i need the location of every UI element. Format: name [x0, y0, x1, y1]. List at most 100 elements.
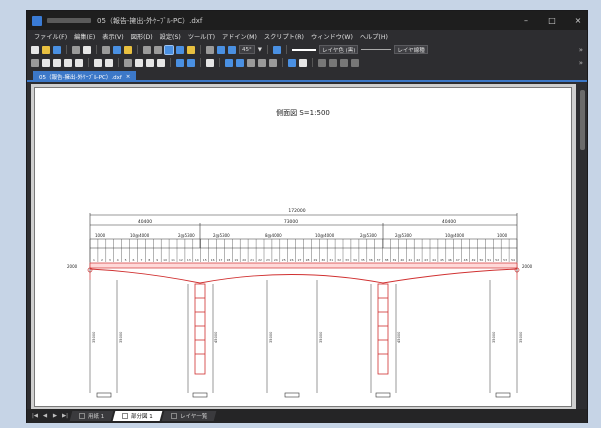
copy-icon[interactable] — [113, 45, 121, 54]
menu-settings[interactable]: 設定(S) — [160, 32, 181, 41]
next-sheet-button[interactable]: ▶ — [51, 413, 59, 419]
toolbar-overflow-icon[interactable]: » — [579, 46, 583, 54]
prev-sheet-button[interactable]: ◀ — [41, 413, 49, 419]
print-icon[interactable] — [72, 45, 80, 54]
deck-slab — [89, 262, 518, 269]
deck-panel-number: 34 — [353, 258, 357, 262]
deck-panel-number: 41 — [408, 258, 412, 262]
maximize-button[interactable]: □ — [547, 16, 557, 25]
menu-view[interactable]: 表示(V) — [102, 32, 123, 41]
drawing-canvas[interactable]: 側面図 S=1:500 172000 40400 73000 40400 100… — [31, 84, 576, 409]
break-icon[interactable] — [340, 58, 348, 67]
zoom-window-icon[interactable] — [187, 58, 195, 67]
filter-icon[interactable] — [187, 45, 195, 54]
pier-height-1: 35000 — [92, 331, 96, 343]
deck-panel-number: 18 — [226, 258, 230, 262]
rectangle-icon[interactable] — [64, 58, 72, 67]
dimension-h-icon[interactable] — [146, 58, 154, 67]
deck-panel-number: 11 — [171, 258, 175, 262]
toolbar-separator — [137, 45, 138, 54]
fillet-icon[interactable] — [351, 58, 359, 67]
deck-panel-number: 36 — [369, 258, 373, 262]
deck-panel-number: 50 — [479, 258, 483, 262]
move-icon[interactable] — [206, 58, 214, 67]
property-icon[interactable] — [288, 58, 296, 67]
deck-panel-number: 20 — [242, 258, 246, 262]
select-icon[interactable] — [164, 44, 174, 55]
document-tab[interactable]: 05（報告-擁出-外ｹｰﾌﾞﾙ-PC）.dxf × — [33, 71, 137, 82]
stretch-icon[interactable] — [258, 58, 266, 67]
trim-icon[interactable] — [318, 58, 326, 67]
close-tab-icon[interactable]: × — [126, 74, 131, 80]
menu-file[interactable]: ファイル(F) — [34, 32, 67, 41]
dimension-v-icon[interactable] — [157, 58, 165, 67]
zoom-icon[interactable] — [176, 58, 184, 67]
menu-addin[interactable]: アドイン(M) — [222, 32, 257, 41]
vertical-scrollbar[interactable] — [578, 84, 587, 409]
sheet-tab-paper[interactable]: 用紙 1 — [69, 411, 114, 421]
dimension-icon[interactable] — [135, 58, 143, 67]
scrollbar-thumb[interactable] — [580, 90, 585, 150]
menu-script[interactable]: スクリプト(R) — [264, 32, 304, 41]
deck-panel-number: 24 — [274, 258, 278, 262]
minimize-button[interactable]: – — [521, 16, 531, 25]
paste-icon[interactable] — [124, 45, 132, 54]
close-button[interactable]: × — [573, 16, 583, 25]
angle-icon[interactable] — [228, 45, 236, 54]
new-file-icon[interactable] — [31, 45, 39, 54]
menu-window[interactable]: ウィンドウ(W) — [311, 32, 353, 41]
circle-icon[interactable] — [94, 58, 102, 67]
curve-icon[interactable] — [75, 58, 83, 67]
offset-icon[interactable] — [269, 58, 277, 67]
last-sheet-button[interactable]: ▶| — [61, 413, 69, 419]
deck-panel-number: 30 — [321, 258, 325, 262]
dim-span-1: 40400 — [138, 219, 152, 225]
app-name-blurred — [47, 18, 91, 23]
arc-icon[interactable] — [105, 58, 113, 67]
first-sheet-button[interactable]: |◀ — [31, 413, 39, 419]
sheet-tab-partial[interactable]: 部分図 1 — [112, 411, 163, 421]
window-select-icon[interactable] — [176, 45, 184, 54]
menu-draw[interactable]: 図形(D) — [131, 32, 153, 41]
print-preview-icon[interactable] — [83, 45, 91, 54]
polyline-icon[interactable] — [53, 58, 61, 67]
menu-help[interactable]: ヘルプ(H) — [360, 32, 388, 41]
layer-icon[interactable] — [272, 45, 281, 54]
hatch-icon[interactable] — [124, 58, 132, 67]
toolbar-separator — [285, 45, 287, 54]
snap-icon[interactable] — [217, 45, 225, 54]
color-select[interactable]: レイヤ色 (黒) — [318, 45, 359, 54]
grid-icon[interactable] — [206, 45, 214, 54]
menu-tools[interactable]: ツール(T) — [188, 32, 215, 41]
undo-icon[interactable] — [143, 45, 151, 54]
deck-panel-number: 6 — [133, 258, 135, 262]
mirror-icon[interactable] — [236, 58, 244, 67]
pier-right — [377, 283, 389, 375]
deck-panel-number: 15 — [203, 258, 207, 262]
save-icon[interactable] — [53, 45, 61, 54]
copy-object-icon[interactable] — [225, 58, 233, 67]
dropdown-arrow-icon[interactable]: ▼ — [258, 47, 262, 53]
layer-list-icon — [171, 413, 177, 419]
line-icon[interactable] — [42, 58, 50, 67]
deck-panel-number: 26 — [290, 258, 294, 262]
extend-icon[interactable] — [329, 58, 337, 67]
linetype-select[interactable]: レイヤ線種 — [394, 45, 428, 54]
menu-edit[interactable]: 編集(E) — [74, 32, 95, 41]
cut-icon[interactable] — [102, 45, 110, 54]
angle-select[interactable]: 45° — [239, 45, 255, 54]
redo-icon[interactable] — [154, 45, 162, 54]
sheet-tab-label: 部分図 1 — [131, 414, 153, 420]
sheet-tab-layers[interactable]: レイヤ一覧 — [161, 411, 217, 421]
dim-l1e: 10@4000 — [315, 233, 335, 238]
deck-panel-number: 1 — [93, 258, 95, 262]
dim-l1g: 2@5300 — [395, 233, 412, 238]
deck-panel-number: 40 — [400, 258, 404, 262]
open-file-icon[interactable] — [42, 45, 50, 54]
deck-panel-number: 3 — [109, 258, 111, 262]
point-icon[interactable] — [31, 58, 39, 67]
toolbar-overflow-icon[interactable]: » — [579, 59, 583, 67]
pick-icon[interactable] — [299, 58, 307, 67]
deck-panel-number: 8 — [148, 258, 150, 262]
array-icon[interactable] — [247, 58, 255, 67]
